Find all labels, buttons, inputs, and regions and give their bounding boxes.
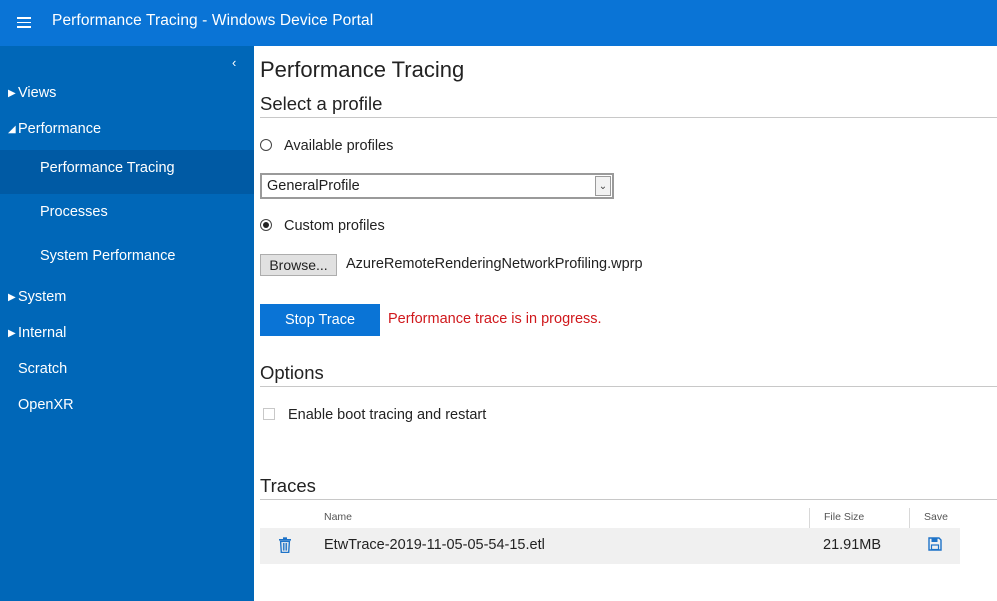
sidebar-item-label: Performance [18,121,102,137]
expand-arrow-icon: ▶ [8,328,16,339]
column-header-save: Save [924,511,948,523]
trace-file-name: EtwTrace-2019-11-05-05-54-15.etl [324,537,545,553]
sidebar-item-performance[interactable]: ◢ Performance [0,111,254,155]
selected-file-name: AzureRemoteRenderingNetworkProfiling.wpr… [346,256,643,272]
sidebar-item-label: System [18,289,67,305]
trace-file-size: 21.91MB [823,537,882,553]
select-profile-heading: Select a profile [260,93,997,118]
profile-select[interactable]: GeneralProfile ⌄ [260,173,614,199]
page-title: Performance Tracing [260,57,465,82]
sidebar-item-label: System Performance [40,248,176,264]
profile-select-value: GeneralProfile [267,178,360,194]
collapse-arrow-icon: ◢ [8,124,16,135]
sidebar-item-system-performance[interactable]: System Performance [0,238,254,282]
browse-button[interactable]: Browse... [260,254,337,276]
traces-heading: Traces [260,475,997,500]
sidebar-item-label: OpenXR [18,397,74,413]
trash-icon[interactable] [278,537,292,554]
save-icon[interactable] [928,537,942,553]
sidebar: ‹ ▶ Views ◢ Performance Performance Trac… [0,46,254,601]
sidebar-item-label: Performance Tracing [40,160,175,176]
page-header-title: Performance Tracing - Windows Device Por… [52,12,374,29]
sidebar-item-performance-tracing[interactable]: Performance Tracing [0,150,254,194]
options-heading: Options [260,362,997,387]
available-profiles-option[interactable]: Available profiles [260,138,393,154]
collapse-sidebar-icon[interactable]: ‹ [232,55,236,70]
main-content: Performance Tracing Select a profile Ava… [260,46,997,601]
title-bar: Performance Tracing - Windows Device Por… [0,0,997,46]
chevron-down-icon[interactable]: ⌄ [595,176,611,196]
custom-profiles-radio[interactable] [260,219,272,231]
custom-profiles-option[interactable]: Custom profiles [260,218,385,234]
column-header-name: Name [324,511,353,523]
sidebar-item-openxr[interactable]: OpenXR [0,387,254,431]
sidebar-item-processes[interactable]: Processes [0,194,254,238]
table-row: EtwTrace-2019-11-05-05-54-15.etl 21.91MB [260,528,960,564]
boot-tracing-label: Enable boot tracing and restart [288,407,487,423]
sidebar-item-label: Scratch [18,361,68,377]
expand-arrow-icon: ▶ [8,292,16,303]
available-profiles-label: Available profiles [284,138,394,154]
sidebar-item-label: Processes [40,204,108,220]
sidebar-item-label: Views [18,85,57,101]
hamburger-menu-icon[interactable] [17,17,31,29]
boot-tracing-option[interactable]: Enable boot tracing and restart [263,407,486,423]
trace-status-message: Performance trace is in progress. [388,311,602,327]
available-profiles-radio[interactable] [260,139,272,151]
boot-tracing-checkbox[interactable] [263,408,275,420]
sidebar-item-label: Internal [18,325,67,341]
custom-profiles-label: Custom profiles [284,218,385,234]
column-header-file-size: File Size [824,511,865,523]
expand-arrow-icon: ▶ [8,88,16,99]
stop-trace-button[interactable]: Stop Trace [260,304,380,336]
